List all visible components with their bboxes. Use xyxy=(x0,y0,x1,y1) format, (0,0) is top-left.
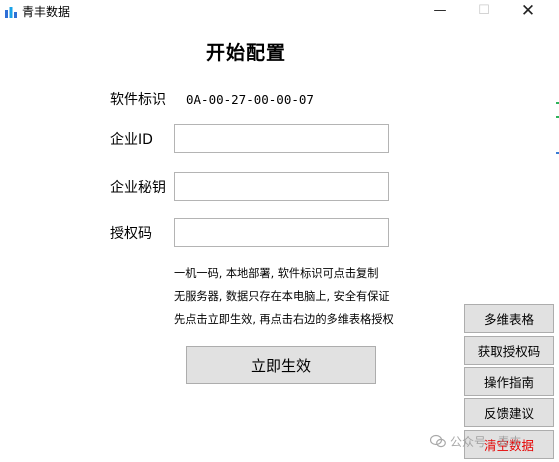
activate-button[interactable]: 立即生效 xyxy=(186,346,376,384)
window-title: 青丰数据 xyxy=(22,5,71,19)
guide-button[interactable]: 操作指南 xyxy=(464,367,554,396)
maximize-button[interactable]: ☐ xyxy=(462,0,506,24)
software-id-value[interactable]: 0A-00-27-00-00-07 xyxy=(186,90,314,110)
info-line: 先点击立即生效, 再点击右边的多维表格授权 xyxy=(174,313,394,326)
info-line: 一机一码, 本地部署, 软件标识可点击复制 xyxy=(174,267,379,280)
company-id-label: 企业ID xyxy=(110,132,153,148)
auth-code-field[interactable] xyxy=(174,218,389,247)
get-auth-code-button[interactable]: 获取授权码 xyxy=(464,336,554,365)
company-key-field[interactable] xyxy=(174,172,389,201)
company-key-label: 企业秘钥 xyxy=(110,180,166,196)
watermark-text: 公众号 · 青丰 xyxy=(450,435,522,449)
auth-code-label: 授权码 xyxy=(110,226,152,242)
info-line: 无服务器, 数据只存在本电脑上, 安全有保证 xyxy=(174,290,390,303)
feedback-button[interactable]: 反馈建议 xyxy=(464,398,554,427)
title-bar: 青丰数据 — ☐ ✕ xyxy=(0,0,559,24)
minimize-button[interactable]: — xyxy=(418,0,462,24)
company-id-field[interactable] xyxy=(174,124,389,153)
page-title: 开始配置 xyxy=(206,42,287,64)
multi-table-button[interactable]: 多维表格 xyxy=(464,304,554,333)
software-id-label: 软件标识 xyxy=(110,92,166,108)
close-button[interactable]: ✕ xyxy=(506,0,550,24)
app-logo-icon xyxy=(5,7,17,18)
wechat-icon xyxy=(430,434,446,448)
